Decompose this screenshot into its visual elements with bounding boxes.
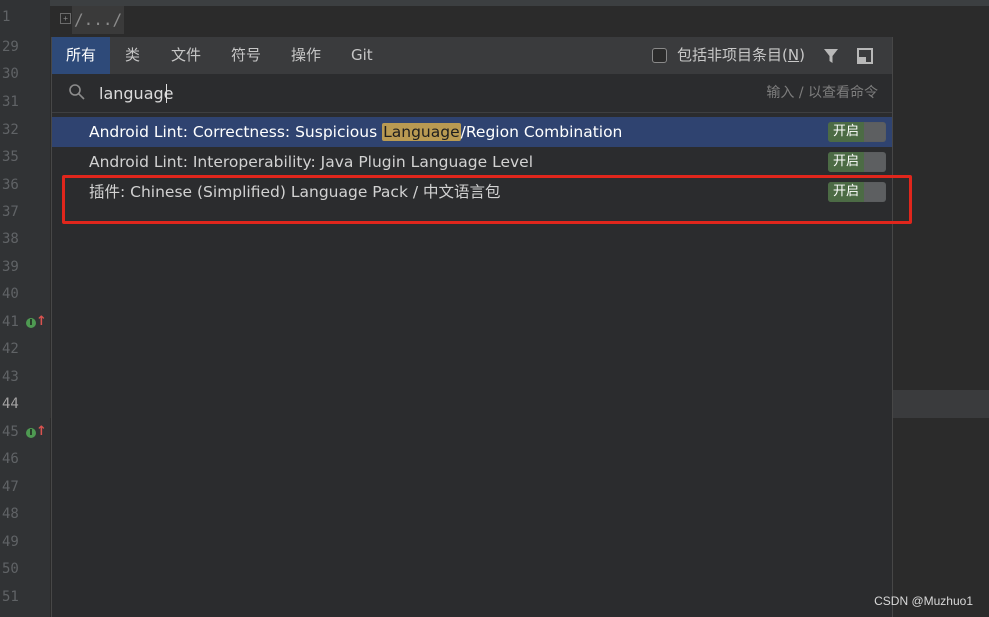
tab-symbols[interactable]: 符号 bbox=[217, 37, 275, 74]
line-number-current: 44 bbox=[2, 396, 19, 412]
line-number: 43 bbox=[2, 369, 19, 385]
line-number: 51 bbox=[2, 589, 19, 605]
search-everywhere-popup: 所有 类 文件 符号 操作 Git 包括非项目条目(N) 输入 / 以查看命令 … bbox=[51, 37, 893, 617]
line-number: 41 bbox=[2, 314, 19, 330]
line-number: 30 bbox=[2, 66, 19, 82]
line-number: 46 bbox=[2, 451, 19, 467]
tab-classes[interactable]: 类 bbox=[111, 37, 154, 74]
editor-gutter: 1 29 30 31 32 35 36 37 38 39 40 41 42 43… bbox=[0, 0, 50, 617]
line-number: 31 bbox=[2, 94, 19, 110]
tab-all[interactable]: 所有 bbox=[52, 37, 111, 74]
open-in-find-window-icon[interactable] bbox=[857, 48, 873, 64]
folded-code-block[interactable]: /.../ bbox=[72, 6, 125, 34]
result-label: Android Lint: Correctness: Suspicious La… bbox=[89, 123, 623, 141]
implements-method-icon[interactable]: I ↑ bbox=[26, 424, 47, 440]
annotation-highlight-box bbox=[62, 175, 912, 224]
line-number: 50 bbox=[2, 561, 19, 577]
result-item[interactable]: Android Lint: Interoperability: Java Plu… bbox=[52, 147, 892, 177]
line-number: 29 bbox=[2, 39, 19, 55]
filter-icon[interactable] bbox=[822, 47, 840, 65]
result-label: Android Lint: Interoperability: Java Plu… bbox=[89, 153, 534, 171]
line-number: 42 bbox=[2, 341, 19, 357]
line-number: 39 bbox=[2, 259, 19, 275]
tab-actions[interactable]: 操作 bbox=[277, 37, 335, 74]
search-icon bbox=[68, 83, 86, 101]
line-number: 1 bbox=[2, 9, 11, 25]
current-line-highlight-right bbox=[891, 390, 989, 418]
include-non-project-label[interactable]: 包括非项目条目(N) bbox=[677, 37, 805, 74]
tab-files[interactable]: 文件 bbox=[157, 37, 215, 74]
search-hint: 输入 / 以查看命令 bbox=[766, 85, 878, 101]
line-number: 40 bbox=[2, 286, 19, 302]
result-item[interactable]: Android Lint: Correctness: Suspicious La… bbox=[52, 117, 892, 147]
editor-top-strip bbox=[0, 0, 989, 6]
popup-tab-bar: 所有 类 文件 符号 操作 Git 包括非项目条目(N) bbox=[52, 37, 892, 74]
line-number: 48 bbox=[2, 506, 19, 522]
tab-git[interactable]: Git bbox=[337, 37, 387, 74]
line-number: 47 bbox=[2, 479, 19, 495]
implements-method-icon[interactable]: I ↑ bbox=[26, 314, 47, 330]
fold-expand-icon[interactable]: + bbox=[60, 13, 71, 24]
line-number: 37 bbox=[2, 204, 19, 220]
line-number: 38 bbox=[2, 231, 19, 247]
search-match-highlight: Language bbox=[382, 123, 461, 141]
line-number: 35 bbox=[2, 149, 19, 165]
search-input[interactable] bbox=[99, 78, 699, 108]
line-number: 49 bbox=[2, 534, 19, 550]
line-number: 32 bbox=[2, 122, 19, 138]
enable-toggle[interactable]: 开启 bbox=[828, 152, 886, 172]
text-cursor bbox=[166, 84, 167, 103]
search-row: 输入 / 以查看命令 bbox=[52, 74, 892, 113]
line-number: 36 bbox=[2, 177, 19, 193]
enable-toggle[interactable]: 开启 bbox=[828, 122, 886, 142]
line-number: 45 bbox=[2, 424, 19, 440]
watermark: CSDN @Muzhuo1 bbox=[874, 594, 973, 608]
include-non-project-checkbox[interactable] bbox=[652, 48, 667, 63]
